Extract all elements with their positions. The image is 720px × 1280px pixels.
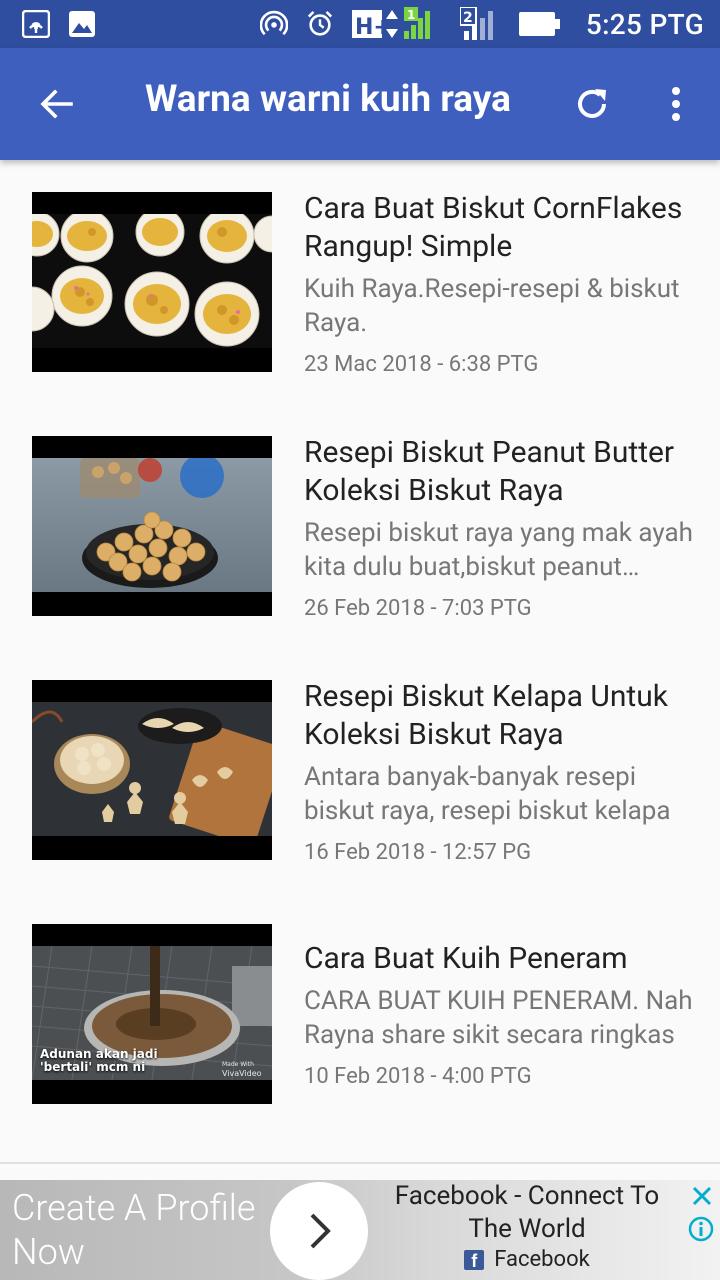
more-options-button[interactable] <box>650 76 702 132</box>
ad-content: Facebook - Connect To The World f Facebo… <box>372 1180 682 1280</box>
adchoices-info-icon[interactable] <box>688 1216 714 1242</box>
item-description: Antara banyak-banyak resepi biskut raya,… <box>304 762 671 826</box>
battery-icon <box>518 10 562 38</box>
mobile-data-h-plus-icon: H+ 1 <box>351 7 442 40</box>
refresh-button[interactable] <box>564 76 620 132</box>
thumbnail-caption: Adunan akan jadi 'bertali' mcm ni <box>40 1047 158 1074</box>
status-bar: H+ 1 2 5:25 PTG <box>0 0 720 48</box>
ad-advertiser-name: Facebook <box>494 1247 590 1272</box>
list-item[interactable]: Adunan akan jadi 'bertali' mcm ni Made W… <box>0 892 720 1136</box>
item-title: Cara Buat Biskut CornFlakes Rangup! Simp… <box>304 191 683 264</box>
list-item[interactable]: Resepi Biskut Kelapa Untuk Koleksi Bisku… <box>0 648 720 892</box>
more-vert-icon <box>672 87 680 121</box>
item-title: Resepi Biskut Kelapa Untuk Koleksi Bisku… <box>304 679 668 752</box>
thumbnail-image <box>32 436 272 616</box>
item-description: Kuih Raya.Resepi-resepi & biskut Raya. <box>304 274 680 338</box>
hotspot-notification-icon <box>22 10 50 38</box>
facebook-logo-icon: f <box>464 1249 485 1270</box>
thumbnail-image <box>32 192 272 372</box>
signal-sim2-icon: 2 <box>459 7 500 40</box>
item-description: Resepi biskut raya yang mak ayah kita du… <box>304 518 693 582</box>
hotspot-icon <box>259 10 288 38</box>
back-button[interactable] <box>28 76 84 132</box>
list-item[interactable]: Resepi Biskut Peanut Butter Koleksi Bisk… <box>0 404 720 648</box>
item-title: Cara Buat Kuih Peneram <box>304 941 628 976</box>
alarm-icon <box>306 10 334 38</box>
ad-left-text: Create A Profile Now <box>12 1187 256 1273</box>
ad-headline: Facebook - Connect To The World <box>394 1181 660 1244</box>
item-date: 23 Mac 2018 - 6:38 PTG <box>304 352 539 377</box>
item-title: Resepi Biskut Peanut Butter Koleksi Bisk… <box>304 435 675 508</box>
item-description: CARA BUAT KUIH PENERAM. Nah Rayna share … <box>304 986 693 1050</box>
ad-advertiser: f Facebook <box>372 1247 682 1272</box>
page-title: Warna warni kuih raya <box>145 78 511 121</box>
chevron-right-icon <box>310 1213 331 1249</box>
ad-banner[interactable]: Create A Profile Now Facebook - Connect … <box>0 1180 720 1280</box>
item-date: 26 Feb 2018 - 7:03 PTG <box>304 596 532 621</box>
thumbnail-watermark: Made With VivaVideo <box>222 1061 262 1078</box>
app-bar: Warna warni kuih raya <box>0 48 720 160</box>
thumbnail-image <box>32 680 272 860</box>
svg-text:1: 1 <box>407 8 415 22</box>
image-notification-icon <box>68 10 96 38</box>
close-icon[interactable] <box>690 1184 714 1208</box>
article-list: Cara Buat Biskut CornFlakes Rangup! Simp… <box>0 160 720 1160</box>
refresh-icon <box>578 89 606 118</box>
divider <box>0 1162 720 1164</box>
status-time: 5:25 PTG <box>585 7 704 41</box>
arrow-back-icon <box>40 89 73 119</box>
item-date: 10 Feb 2018 - 4:00 PTG <box>304 1064 532 1089</box>
ad-cta-button[interactable] <box>270 1182 368 1280</box>
item-date: 16 Feb 2018 - 12:57 PG <box>304 840 532 865</box>
list-item[interactable]: Cara Buat Biskut CornFlakes Rangup! Simp… <box>0 160 720 404</box>
thumbnail-image: Adunan akan jadi 'bertali' mcm ni Made W… <box>32 924 272 1104</box>
svg-text:2: 2 <box>463 10 473 26</box>
